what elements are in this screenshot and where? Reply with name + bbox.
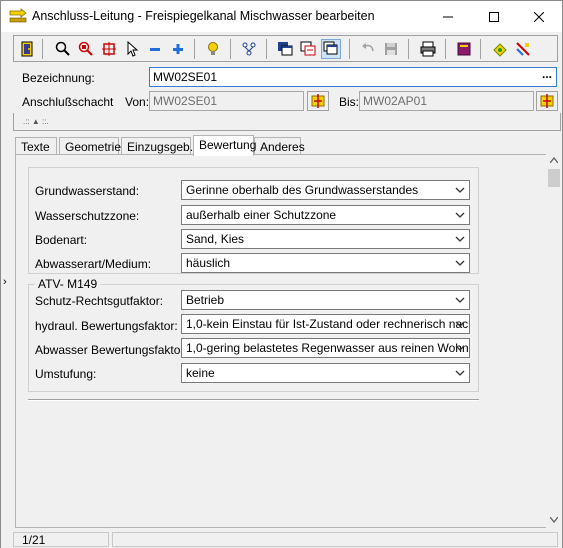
title-bar: Anschluss-Leitung - Freispiegelkanal Mis… (1, 1, 562, 32)
exit-door-icon[interactable] (17, 39, 37, 59)
anschlussschacht-label: Anschlußschacht (22, 95, 114, 109)
hydraul-value: 1,0-kein Einstau für Ist-Zustand oder re… (186, 317, 469, 331)
umstufung-label: Umstufung: (35, 367, 97, 381)
wasserschutzzone-label: Wasserschutzzone: (35, 209, 140, 223)
scroll-up-icon[interactable] (546, 152, 562, 168)
chevron-down-icon (455, 260, 465, 266)
tab-bewertung[interactable]: Bewertung (193, 135, 256, 156)
tab-geometrie[interactable]: Geometrie (59, 137, 121, 155)
pick-shaft-icon (540, 94, 554, 108)
divider (28, 399, 479, 401)
grundwasserstand-select[interactable]: Gerinne oberhalb des Grundwasserstandes (181, 180, 470, 200)
undo-icon[interactable] (358, 39, 378, 59)
plus-icon[interactable] (168, 39, 188, 59)
vertical-scrollbar[interactable] (546, 152, 562, 528)
ellipsis-button[interactable]: ... (538, 68, 556, 86)
window-layer-icon[interactable] (275, 39, 295, 59)
pipe-icon (9, 8, 27, 24)
tab-einzugsgeb[interactable]: Einzugsgeb. (121, 137, 193, 155)
abwasser-select[interactable]: 1,0-gering belastetes Regenwasser aus re… (181, 338, 470, 358)
window-title: Anschluss-Leitung - Freispiegelkanal Mis… (32, 9, 375, 23)
tools-icon[interactable] (490, 39, 510, 59)
record-counter: 1/21 (13, 532, 109, 547)
zoom-area-icon[interactable] (76, 39, 96, 59)
bis-field[interactable]: MW02AP01 (359, 91, 534, 111)
grundwasserstand-value: Gerinne oberhalb des Grundwasserstandes (186, 183, 419, 197)
window-stack-icon[interactable] (321, 39, 341, 59)
schutz-label: Schutz-Rechtsgutfaktor: (35, 294, 164, 308)
window-layer-2-icon[interactable] (298, 39, 318, 59)
schutz-select[interactable]: Betrieb (181, 290, 470, 310)
expand-arrow-icon[interactable]: › (3, 276, 7, 288)
umstufung-value: keine (186, 366, 215, 380)
bezeichnung-label: Bezeichnung: (22, 71, 95, 85)
chevron-down-icon (455, 297, 465, 303)
status-panel (112, 532, 558, 547)
hydraul-label: hydraul. Bewertungsfaktor: (35, 319, 178, 333)
link-icon[interactable] (513, 39, 533, 59)
minimize-icon (443, 16, 453, 17)
bezeichnung-input[interactable]: MW02SE01 (149, 67, 557, 87)
abwasser-label: Abwasser Bewertungsfaktor: (35, 343, 188, 357)
pick-von-button[interactable] (307, 91, 329, 111)
splitter-panel (13, 113, 561, 131)
hydraul-select[interactable]: 1,0-kein Einstau für Ist-Zustand oder re… (181, 314, 470, 334)
bis-label: Bis: (339, 95, 360, 109)
cursor-icon[interactable] (122, 39, 142, 59)
toolbar (13, 35, 558, 62)
atv-group-title: ATV- M149 (35, 277, 101, 291)
close-button[interactable] (516, 1, 562, 32)
close-icon (534, 11, 544, 22)
pick-bis-button[interactable] (536, 91, 558, 111)
status-bar: 1/21 (1, 531, 562, 548)
abwasserart-label: Abwasserart/Medium: (35, 257, 152, 271)
edit-dialog-window: Anschluss-Leitung - Freispiegelkanal Mis… (0, 0, 563, 548)
splitter-grip[interactable]: .:: ▲ ::. (23, 117, 49, 126)
chevron-down-icon (455, 370, 465, 376)
bodenart-select[interactable]: Sand, Kies (181, 229, 470, 249)
save-icon[interactable] (381, 39, 401, 59)
bulb-icon[interactable] (203, 39, 223, 59)
chevron-down-icon (455, 236, 465, 242)
wasserschutzzone-value: außerhalb einer Schutzzone (186, 208, 337, 222)
wasserschutzzone-select[interactable]: außerhalb einer Schutzzone (181, 205, 470, 225)
scroll-down-icon[interactable] (546, 512, 562, 528)
pick-shaft-icon (311, 94, 325, 108)
minimize-button[interactable] (425, 1, 471, 32)
book-icon[interactable] (454, 39, 474, 59)
von-label: Von: (125, 95, 150, 109)
maximize-button[interactable] (471, 1, 517, 32)
bodenart-label: Bodenart: (35, 233, 88, 247)
print-icon[interactable] (418, 39, 438, 59)
zoom-icon[interactable] (53, 39, 73, 59)
chevron-down-icon (455, 321, 465, 327)
bodenart-value: Sand, Kies (186, 232, 245, 246)
umstufung-select[interactable]: keine (181, 363, 470, 383)
chevron-down-icon (455, 187, 465, 193)
von-field[interactable]: MW02SE01 (149, 91, 304, 111)
abwasserart-select[interactable]: häuslich (181, 253, 470, 273)
schutz-value: Betrieb (186, 293, 225, 307)
chevron-down-icon (455, 345, 465, 351)
abwasserart-value: häuslich (186, 256, 231, 270)
grundwasserstand-label: Grundwasserstand: (35, 184, 140, 198)
minus-icon[interactable] (145, 39, 165, 59)
scroll-thumb[interactable] (548, 169, 560, 187)
abwasser-value: 1,0-gering belastetes Regenwasser aus re… (186, 341, 469, 355)
maximize-icon (489, 11, 499, 22)
chevron-down-icon (455, 212, 465, 218)
tab-anderes[interactable]: Anderes (254, 137, 305, 155)
tab-texte[interactable]: Texte (15, 137, 57, 155)
network-icon[interactable] (239, 39, 259, 59)
target-icon[interactable] (99, 39, 119, 59)
